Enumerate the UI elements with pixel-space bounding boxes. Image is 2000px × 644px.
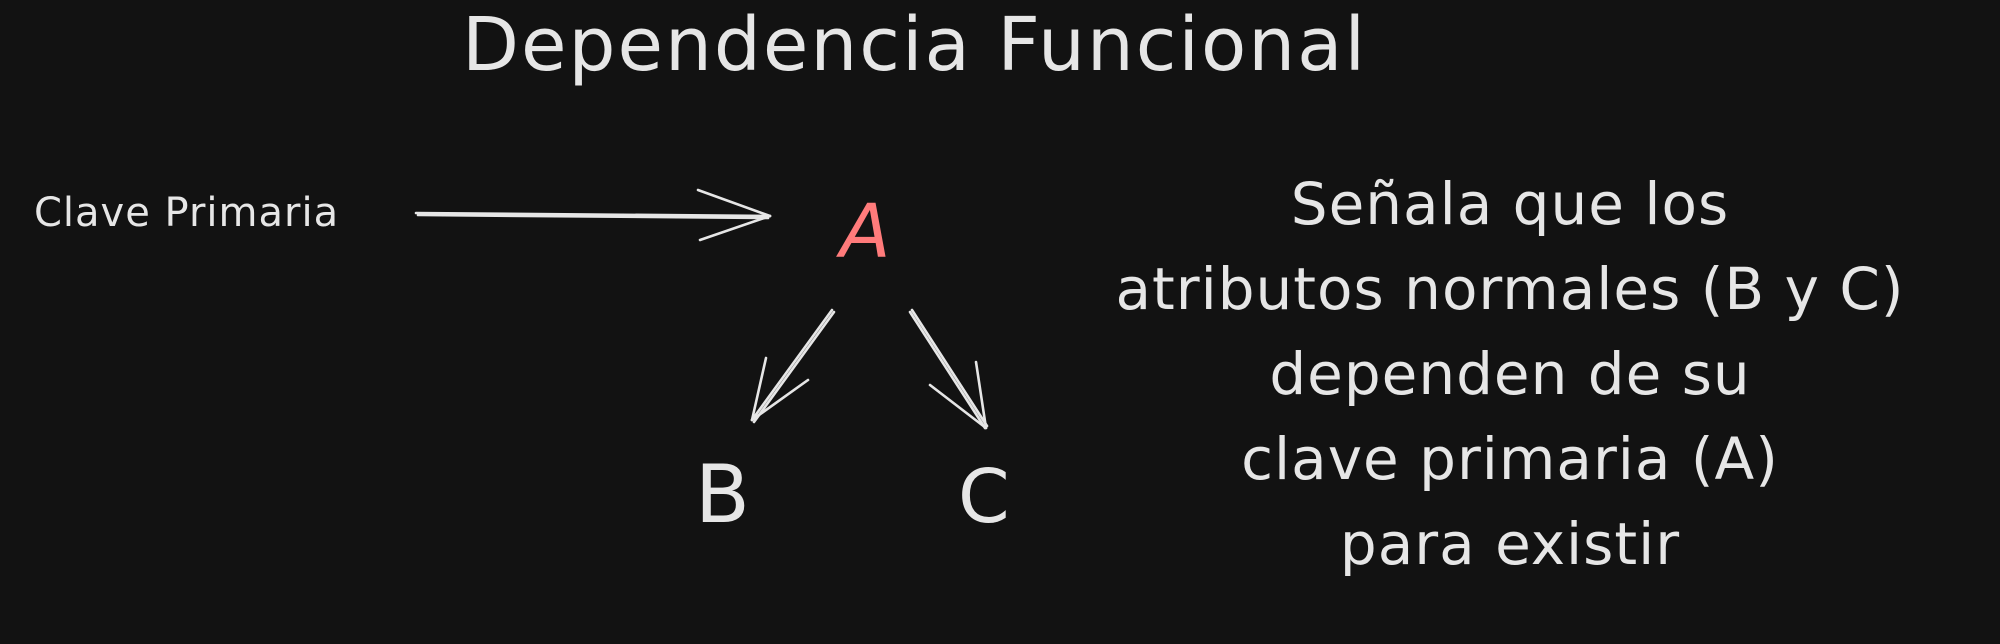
- arrow-a-to-b: [750, 308, 836, 424]
- arrow-a-to-c: [908, 308, 989, 430]
- description-line: dependen de su: [1269, 340, 1751, 408]
- node-a: A: [840, 189, 891, 275]
- description-line: para existir: [1339, 510, 1681, 578]
- node-b: B: [695, 448, 750, 541]
- diagram-title: Dependencia Funcional: [462, 2, 1368, 88]
- description-line: clave primaria (A): [1241, 425, 1779, 493]
- description-text: Señala que los atributos normales (B y C…: [1040, 162, 1980, 587]
- description-line: atributos normales (B y C): [1115, 255, 1905, 323]
- arrow-primary-key-to-a: [414, 188, 772, 242]
- primary-key-label: Clave Primaria: [34, 190, 340, 236]
- diagram-canvas: Dependencia Funcional Clave Primaria A B…: [0, 0, 2000, 644]
- description-line: Señala que los: [1290, 170, 1730, 238]
- node-c: C: [958, 454, 1010, 540]
